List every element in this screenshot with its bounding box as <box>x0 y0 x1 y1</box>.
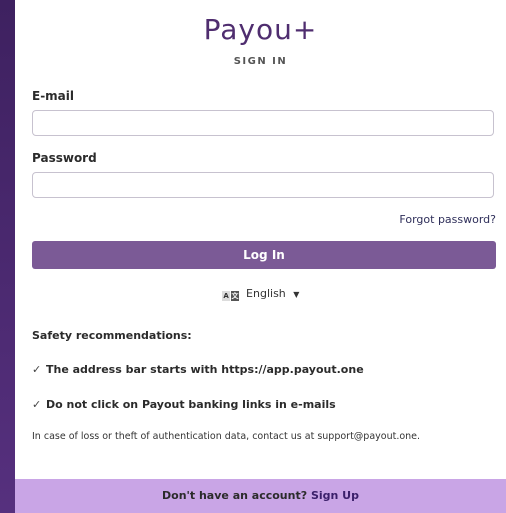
forgot-password-link[interactable]: Forgot password? <box>399 213 496 226</box>
translate-icon: A文 <box>222 288 240 301</box>
check-icon: ✓ <box>32 363 42 376</box>
language-label: English <box>246 287 286 300</box>
login-button[interactable]: Log In <box>32 241 496 269</box>
safety-title: Safety recommendations: <box>32 329 192 342</box>
email-label: E-mail <box>32 89 75 103</box>
caret-down-icon: ▼ <box>293 289 300 299</box>
page-title: SIGN IN <box>233 56 288 67</box>
check-icon: ✓ <box>32 398 42 411</box>
signup-banner: Don't have an account? Sign Up <box>15 479 506 513</box>
email-field[interactable] <box>32 110 494 136</box>
safety-item-text: The address bar starts with https://app.… <box>46 363 364 376</box>
password-label: Password <box>32 151 97 165</box>
safety-item: ✓ The address bar starts with https://app… <box>32 363 364 376</box>
safety-item: ✓ Do not click on Payout banking links in… <box>32 398 336 411</box>
language-selector[interactable]: A文 English ▼ <box>15 287 506 301</box>
login-card: Payou+ SIGN IN E-mail Password Forgot pa… <box>15 0 506 513</box>
translate-icon-cjk: 文 <box>231 291 240 301</box>
password-field[interactable] <box>32 172 494 198</box>
translate-icon-latin: A <box>222 291 231 301</box>
safety-item-text: Do not click on Payout banking links in … <box>46 398 336 411</box>
payout-logo: Payou+ <box>203 13 318 46</box>
safety-note: In case of loss or theft of authenticati… <box>32 431 421 442</box>
signup-prompt: Don't have an account? <box>162 489 311 502</box>
signup-link[interactable]: Sign Up <box>311 489 359 502</box>
